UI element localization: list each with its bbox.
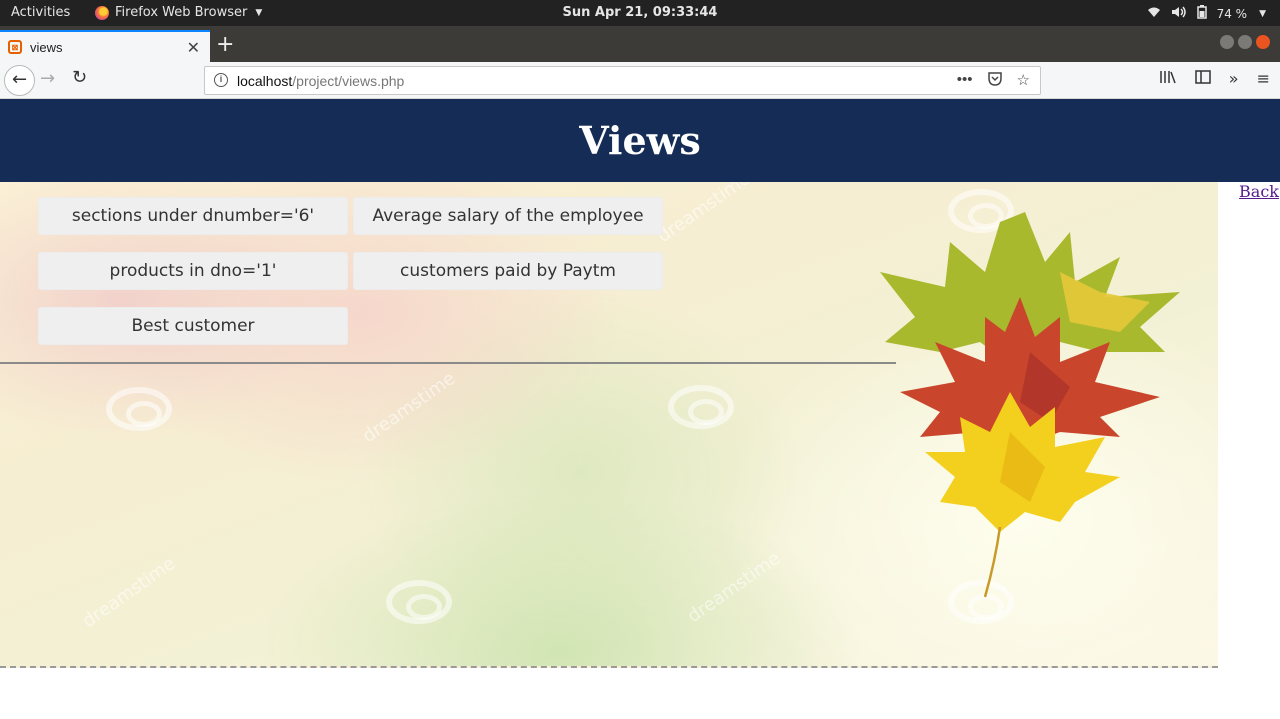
toolbar-tools: » ≡ [1159, 69, 1270, 89]
battery-icon [1196, 5, 1207, 22]
view-best-customer-button[interactable]: Best customer [38, 307, 348, 345]
url-bar-actions: ••• ☆ [957, 71, 1030, 90]
page-content: Views dreamstime dreamstime dreamstime d… [0, 99, 1280, 719]
watermark-text: dreamstime [683, 547, 785, 628]
hamburger-menu-icon[interactable]: ≡ [1257, 69, 1270, 89]
new-tab-button[interactable]: + [216, 32, 234, 57]
horizontal-rule [0, 362, 896, 364]
system-top-bar: Activities Firefox Web Browser ▼ Sun Apr… [0, 0, 1280, 26]
battery-percentage: 74 % [1216, 6, 1248, 21]
page-title: Views [579, 118, 701, 163]
watermark-text: dreamstime [358, 367, 460, 448]
volume-icon [1171, 6, 1187, 21]
back-link[interactable]: Back [1239, 182, 1279, 201]
tab-title: views [30, 39, 63, 55]
pocket-icon[interactable] [987, 71, 1003, 90]
tab-views[interactable]: ⊠ views ✕ [0, 30, 210, 62]
watermark-text: dreamstime [653, 182, 755, 248]
minimize-button[interactable] [1220, 35, 1234, 49]
maximize-button[interactable] [1238, 35, 1252, 49]
view-products-dno-button[interactable]: products in dno='1' [38, 252, 348, 290]
page-actions-icon[interactable]: ••• [957, 71, 973, 90]
reload-button[interactable]: ↻ [72, 67, 87, 88]
view-sections-dnumber-button[interactable]: sections under dnumber='6' [38, 197, 348, 235]
overflow-chevron-icon[interactable]: » [1229, 69, 1239, 89]
bookmark-star-icon[interactable]: ☆ [1017, 71, 1030, 90]
watermark-swirl [668, 385, 734, 429]
wifi-icon [1147, 6, 1161, 21]
view-average-salary-button[interactable]: Average salary of the employee [353, 197, 663, 235]
page-header: Views [0, 99, 1280, 182]
watermark-text: dreamstime [78, 552, 180, 633]
forward-button[interactable]: → [40, 68, 55, 89]
system-menu[interactable]: 74 % ▼ [1147, 5, 1266, 22]
close-tab-icon[interactable]: ✕ [187, 38, 200, 58]
url-bar[interactable]: i localhost/project/views.php ••• ☆ [204, 66, 1041, 95]
library-icon[interactable] [1159, 69, 1177, 89]
back-button[interactable]: ← [4, 65, 35, 96]
url-path: /project/views.php [292, 73, 405, 89]
chevron-down-icon: ▼ [1259, 8, 1266, 19]
view-customers-paytm-button[interactable]: customers paid by Paytm [353, 252, 663, 290]
navigation-bar: ← → ↻ i localhost/project/views.php ••• … [0, 62, 1280, 99]
sidebar-icon[interactable] [1195, 69, 1211, 89]
url-host: localhost [237, 73, 293, 89]
maple-leaves-image [880, 212, 1180, 598]
clock[interactable]: Sun Apr 21, 09:33:44 [0, 5, 1280, 20]
watermark-swirl [386, 580, 452, 624]
url-text[interactable]: localhost/project/views.php [237, 73, 404, 89]
tab-strip: ⊠ views ✕ + [0, 26, 1280, 62]
watermark-swirl [106, 387, 172, 431]
xampp-icon: ⊠ [8, 40, 22, 54]
close-window-button[interactable] [1256, 35, 1270, 49]
window-controls [1220, 35, 1270, 49]
info-icon[interactable]: i [214, 73, 228, 87]
